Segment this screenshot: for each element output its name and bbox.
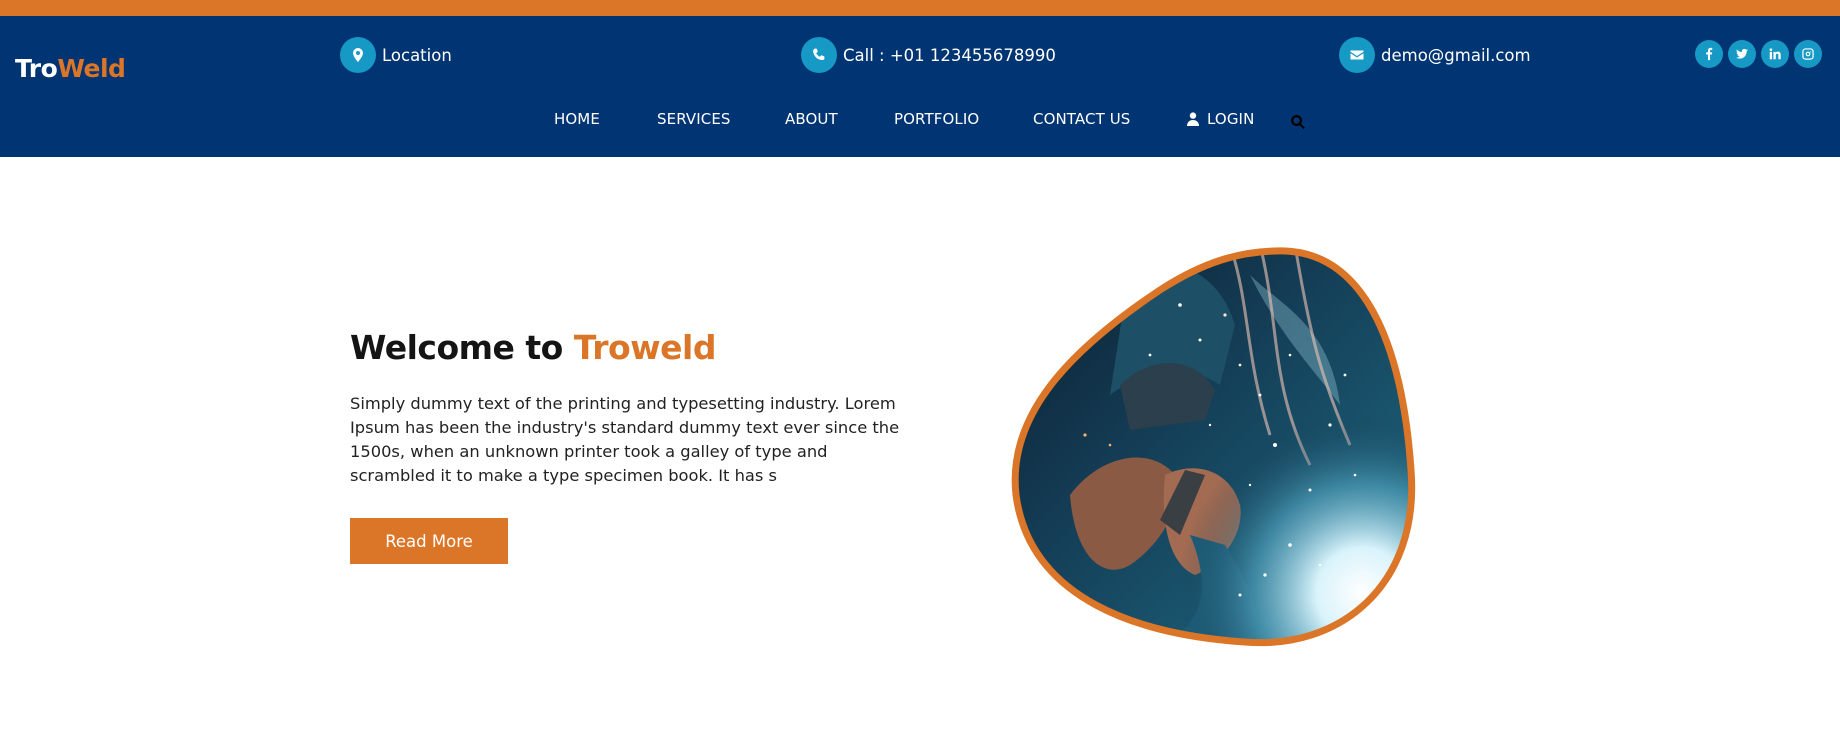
map-pin-icon [340, 37, 376, 73]
facebook-icon[interactable] [1695, 40, 1723, 68]
brand-logo[interactable]: TroWeld [15, 54, 126, 83]
nav-home[interactable]: HOME [554, 110, 600, 128]
nav-login-label: LOGIN [1207, 110, 1255, 128]
brand-part-2: Weld [57, 54, 126, 83]
envelope-icon [1339, 37, 1375, 73]
location-label: Location [382, 45, 452, 65]
top-accent-stripe [0, 0, 1840, 16]
user-icon [1187, 112, 1199, 126]
nav-login[interactable]: LOGIN [1187, 110, 1254, 128]
twitter-icon[interactable] [1728, 40, 1756, 68]
instagram-icon[interactable] [1794, 40, 1822, 68]
main-nav: HOME SERVICES ABOUT PORTFOLIO CONTACT US… [0, 110, 1840, 140]
location-info[interactable]: Location [340, 37, 452, 73]
hero-title: Welcome to Troweld [350, 328, 716, 367]
nav-about[interactable]: ABOUT [785, 110, 838, 128]
hero-title-prefix: Welcome to [350, 328, 574, 367]
phone-icon [801, 37, 837, 73]
nav-services[interactable]: SERVICES [657, 110, 731, 128]
linkedin-icon[interactable] [1761, 40, 1789, 68]
brand-part-1: Tro [15, 54, 58, 83]
phone-label: Call : +01 123455678990 [843, 45, 1056, 65]
hero-title-accent: Troweld [573, 328, 717, 367]
search-icon[interactable] [1290, 114, 1308, 132]
read-more-button[interactable]: Read More [350, 518, 508, 564]
hero-welder-image [1011, 247, 1416, 647]
hero-description: Simply dummy text of the printing and ty… [350, 394, 900, 485]
social-links [1695, 40, 1822, 68]
email-label: demo@gmail.com [1381, 45, 1531, 65]
site-header: TroWeld Location Call : +01 123455678990… [0, 16, 1840, 157]
nav-contact[interactable]: CONTACT US [1033, 110, 1130, 128]
email-info[interactable]: demo@gmail.com [1339, 37, 1531, 73]
phone-info[interactable]: Call : +01 123455678990 [801, 37, 1056, 73]
nav-portfolio[interactable]: PORTFOLIO [894, 110, 979, 128]
